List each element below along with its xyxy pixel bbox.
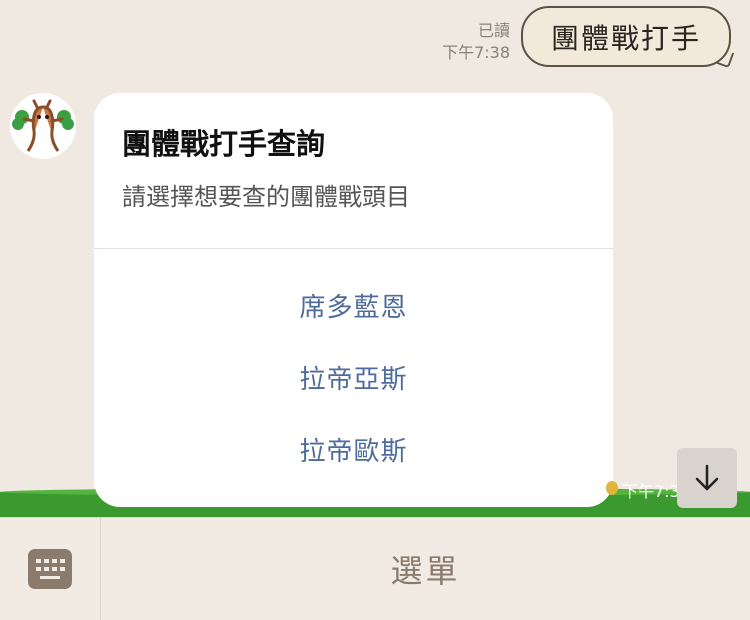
rich-menu-bar: 選單 (0, 517, 750, 620)
card-divider (94, 248, 613, 249)
card-subtitle: 請選擇想要查的團體戰頭目 (122, 183, 410, 211)
read-receipt: 已讀 (477, 21, 510, 40)
keyboard-icon (28, 549, 72, 589)
outgoing-message-text: 團體戰打手 (550, 21, 701, 55)
chat-area[interactable]: 已讀 下午7:38 團體戰打手 團體戰打手查詢 請選擇想要查的團體戰頭目 席多藍… (0, 0, 750, 517)
message-meta: 已讀 下午7:38 (442, 20, 510, 64)
bot-avatar[interactable] (10, 93, 76, 159)
mandrake-avatar-icon (12, 99, 74, 152)
menu-toggle-button[interactable]: 選單 (101, 518, 750, 620)
message-time: 下午7:38 (442, 43, 510, 62)
option-latios[interactable]: 拉帝歐斯 (94, 431, 613, 468)
card-title: 團體戰打手查詢 (122, 127, 326, 161)
keyboard-toggle-button[interactable] (0, 518, 101, 620)
outgoing-message-bubble[interactable]: 團體戰打手 (521, 6, 731, 67)
scroll-to-bottom-button[interactable] (677, 448, 737, 508)
partial-sticker (606, 481, 618, 495)
arrow-down-icon (695, 464, 719, 491)
option-xerneas[interactable]: 席多藍恩 (94, 287, 613, 324)
partial-message-time: 下午7:3 (622, 482, 680, 501)
option-latias[interactable]: 拉帝亞斯 (94, 359, 613, 396)
boss-query-card: 團體戰打手查詢 請選擇想要查的團體戰頭目 席多藍恩 拉帝亞斯 拉帝歐斯 (94, 93, 613, 507)
